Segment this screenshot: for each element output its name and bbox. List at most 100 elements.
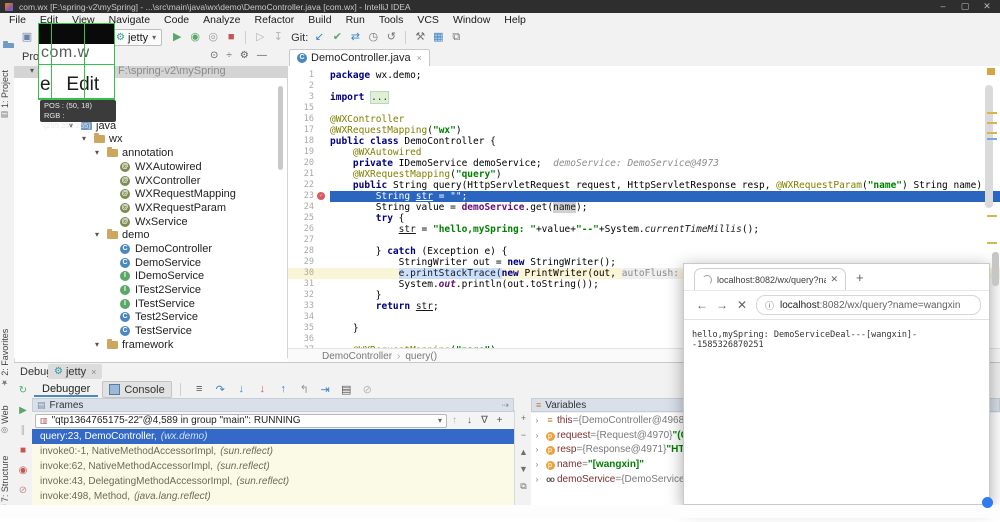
tree-item-wxrequestparam[interactable]: @WXRequestParam [14, 201, 287, 215]
scrollbar-thumb[interactable] [992, 252, 999, 286]
add-watch-icon[interactable]: + [521, 410, 526, 427]
menu-item-tools[interactable]: Tools [372, 14, 411, 26]
step-into-icon[interactable]: ↓ [231, 383, 252, 396]
rollback-icon[interactable]: ↺ [382, 30, 400, 45]
commit-icon[interactable]: ✔ [328, 30, 346, 45]
view-breakpoints-icon[interactable]: ▤ [336, 383, 357, 396]
frame-row[interactable]: invoke:498, Method,(java.lang.reflect) [32, 489, 514, 504]
hide-icon[interactable]: — [257, 50, 267, 61]
tree-item-wxcontroller[interactable]: @WXController [14, 174, 287, 188]
move-down-icon[interactable]: ▼ [519, 461, 528, 478]
tree-item-demo[interactable]: ▾demo [14, 228, 287, 242]
tab-console[interactable]: Console [102, 381, 171, 398]
maximize-button[interactable]: ▢ [954, 0, 976, 13]
frame-row[interactable]: invoke0:-1, NativeMethodAccessorImpl,(su… [32, 444, 514, 459]
address-bar[interactable]: ⓘ localhost:8082/wx/query?name=wangxin [756, 295, 981, 315]
wrench-icon[interactable]: ⚒ [411, 30, 429, 45]
update-project-icon[interactable]: ↙ [310, 30, 328, 45]
tab-debugger[interactable]: Debugger [34, 383, 98, 397]
frame-row[interactable]: invoke:62, NativeMethodAccessorImpl,(sun… [32, 459, 514, 474]
attach-icon[interactable]: ↧ [269, 30, 287, 45]
minimize-button[interactable]: – [932, 0, 954, 13]
tree-expand-icon[interactable]: ▾ [95, 148, 99, 157]
copy-settings-icon[interactable]: ⧉ [447, 30, 465, 45]
filter-icon[interactable]: ∇ [477, 415, 492, 426]
resume-icon[interactable]: ▶ [19, 402, 27, 422]
pause-icon[interactable]: ∥ [21, 422, 26, 442]
mute-breakpoints-icon[interactable]: ⊘ [357, 383, 378, 396]
history-icon[interactable]: ◷ [364, 30, 382, 45]
copy-icon[interactable]: ⧉ [520, 478, 526, 495]
tree-item-test2service[interactable]: CTest2Service [14, 310, 287, 324]
tree-item-wx[interactable]: ▾wx [14, 132, 287, 146]
stop-icon[interactable]: ✕ [732, 298, 752, 312]
tree-item-annotation[interactable]: ▾annotation [14, 146, 287, 160]
expand-icon[interactable]: › [531, 431, 543, 440]
menu-item-code[interactable]: Code [157, 14, 196, 26]
tree-item-demoservice[interactable]: CDemoService [14, 256, 287, 270]
move-up-icon[interactable]: ▲ [519, 444, 528, 461]
tree-expand-icon[interactable]: ▾ [30, 66, 34, 75]
close-button[interactable]: ✕ [976, 0, 998, 13]
compare-icon[interactable]: ⇄ [346, 30, 364, 45]
debug-session-tab[interactable]: ⚙ jetty × [48, 364, 102, 379]
stop-icon[interactable]: ■ [222, 30, 240, 45]
locate-icon[interactable]: ⊙ [210, 50, 218, 61]
close-tab-icon[interactable]: ✕ [830, 274, 838, 285]
settings-icon[interactable]: ⚙ [240, 50, 249, 61]
force-step-into-icon[interactable]: ↓ [252, 383, 273, 396]
thread-dropdown[interactable]: ▥ "qtp1364765175-22"@4,589 in group "mai… [35, 414, 447, 428]
step-over-icon[interactable]: ↷ [210, 383, 231, 396]
menu-item-vcs[interactable]: VCS [410, 14, 446, 26]
site-info-icon[interactable]: ⓘ [765, 299, 774, 312]
frame-row[interactable]: invoke:43, DelegatingMethodAccessorImpl,… [32, 474, 514, 489]
breakpoint-icon[interactable]: ✓ [317, 192, 325, 200]
drop-frame-icon[interactable]: ↰ [294, 383, 315, 396]
inspection-status-icon[interactable] [987, 68, 995, 75]
editor-tab-democontroller[interactable]: C DemoController.java × [289, 49, 430, 66]
menu-item-refactor[interactable]: Refactor [248, 14, 302, 26]
browser-tab[interactable]: localhost:8082/wx/query?nam ✕ [694, 268, 846, 290]
collapse-all-icon[interactable]: ÷ [226, 50, 232, 61]
stop-icon[interactable]: ■ [20, 442, 26, 462]
view-breakpoints-icon[interactable]: ◉ [19, 462, 28, 482]
expand-icon[interactable]: › [531, 416, 543, 425]
editor-scrollbar[interactable] [985, 85, 993, 208]
forward-icon[interactable]: → [712, 298, 732, 312]
tree-item-idemoservice[interactable]: IIDemoService [14, 269, 287, 283]
run-configuration-select[interactable]: ⚙ jetty ▾ [110, 29, 162, 46]
mute-breakpoints-icon[interactable]: ⊘ [19, 482, 27, 502]
run-to-cursor-icon[interactable]: ⇥ [315, 383, 336, 396]
tree-item-itest2service[interactable]: IITest2Service [14, 283, 287, 297]
browser-window[interactable]: localhost:8082/wx/query?nam ✕ + ← → ✕ ⓘ … [683, 263, 990, 505]
frames-list[interactable]: query:23, DemoController,(wx.demo)invoke… [32, 429, 514, 505]
menu-item-analyze[interactable]: Analyze [196, 14, 247, 26]
tree-item-itestservice[interactable]: IITestService [14, 297, 287, 311]
menu-item-run[interactable]: Run [339, 14, 372, 26]
focus-frame-icon[interactable]: ⇢ [501, 400, 509, 411]
tree-item-wxautowired[interactable]: @WXAutowired [14, 160, 287, 174]
run-icon[interactable]: ▶ [168, 30, 186, 45]
show-execution-point-icon[interactable]: ≡ [189, 383, 210, 396]
close-tab-icon[interactable]: × [417, 53, 422, 63]
remove-watch-icon[interactable]: − [521, 427, 526, 444]
tree-item-wxrequestmapping[interactable]: @WXRequestMapping [14, 187, 287, 201]
close-session-icon[interactable]: × [91, 367, 96, 377]
save-all-icon[interactable]: ▣ [18, 30, 36, 45]
project-structure-icon[interactable]: ▦ [429, 30, 447, 45]
tree-item-wxservice[interactable]: @WxService [14, 215, 287, 229]
tree-item-testservice[interactable]: CTestService [14, 324, 287, 338]
profiler-icon[interactable]: ▷ [251, 30, 269, 45]
coverage-icon[interactable]: ◎ [204, 30, 222, 45]
menu-item-file[interactable]: File [2, 14, 33, 26]
add-icon[interactable]: + [492, 415, 507, 426]
tree-item-democontroller[interactable]: CDemoController [14, 242, 287, 256]
new-tab-button[interactable]: + [856, 270, 864, 285]
menu-item-build[interactable]: Build [301, 14, 338, 26]
menu-item-help[interactable]: Help [497, 14, 533, 26]
tree-expand-icon[interactable]: ▾ [82, 134, 86, 143]
breadcrumb-method[interactable]: query() [405, 351, 437, 362]
frame-up-icon[interactable]: ↑ [447, 415, 462, 426]
expand-icon[interactable]: › [531, 475, 543, 484]
tree-expand-icon[interactable]: ▾ [95, 340, 99, 349]
